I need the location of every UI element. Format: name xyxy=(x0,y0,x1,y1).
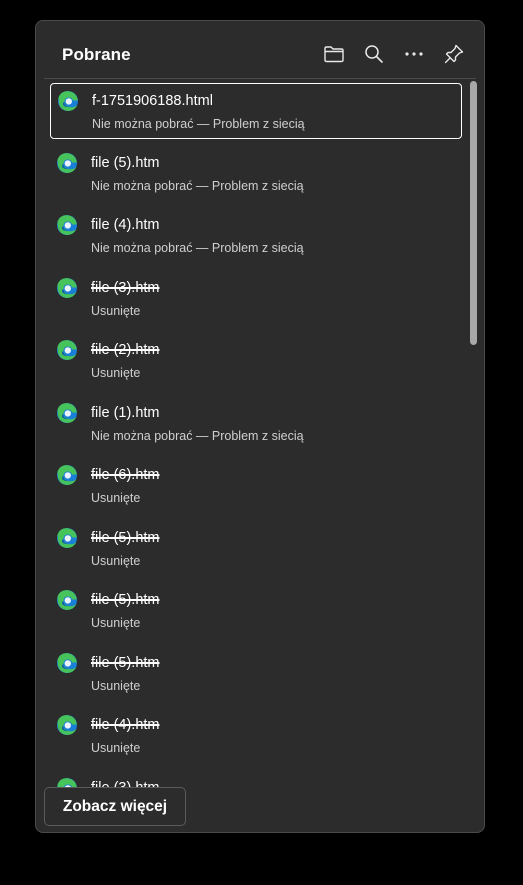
download-item[interactable]: file (5).htm Usunięte xyxy=(50,521,462,577)
edge-file-icon xyxy=(58,91,78,111)
download-status: Usunięte xyxy=(91,491,141,505)
pin-button[interactable] xyxy=(442,42,466,66)
download-item[interactable]: file (3).htm Usunięte xyxy=(50,271,462,327)
more-options-button[interactable] xyxy=(402,42,426,66)
scrollbar-thumb[interactable] xyxy=(470,81,477,345)
search-button[interactable] xyxy=(362,42,386,66)
downloads-panel: Pobrane f-1751906188.html Nie można pobr… xyxy=(35,20,485,833)
download-item[interactable]: file (4).htm Nie można pobrać — Problem z… xyxy=(50,208,462,264)
more-icon xyxy=(405,52,423,56)
download-list: f-1751906188.html Nie można pobrać — Prob… xyxy=(44,79,470,832)
edge-file-icon xyxy=(57,340,77,360)
download-file-name: file (6).htm xyxy=(91,467,160,483)
download-file-name: file (5).htm xyxy=(91,592,160,608)
panel-title: Pobrane xyxy=(62,45,131,64)
edge-file-icon xyxy=(57,215,77,235)
edge-file-icon xyxy=(57,652,77,673)
download-file-name: file (4).htm xyxy=(91,217,160,233)
download-item[interactable]: file (1).htm Nie można pobrać — Problem z… xyxy=(50,396,462,452)
download-file-name: file (5).htm xyxy=(91,529,160,546)
downloads-header: Pobrane xyxy=(36,21,484,79)
edge-file-icon xyxy=(57,152,77,173)
download-status: Usunięte xyxy=(91,741,141,755)
folder-icon xyxy=(324,46,344,63)
edge-file-icon xyxy=(57,277,77,298)
edge-file-icon xyxy=(57,590,77,610)
download-file-name: file (5).htm xyxy=(91,154,160,171)
download-file-name: file (1).htm xyxy=(91,404,160,421)
edge-file-icon xyxy=(57,527,77,548)
search-icon xyxy=(365,45,383,63)
download-file-name: f-1751906188.html xyxy=(92,93,213,109)
download-file-name: file (5).htm xyxy=(91,654,160,671)
download-status: Nie można pobrać — Problem z siecią xyxy=(91,428,304,443)
download-item[interactable]: file (5).htm Usunięte xyxy=(50,583,462,639)
download-status: Usunięte xyxy=(91,553,141,568)
download-status: Usunięte xyxy=(91,616,141,630)
download-item[interactable]: file (5).htm Usunięte xyxy=(50,646,462,702)
download-item[interactable]: file (4).htm Usunięte xyxy=(50,708,462,764)
see-more-button[interactable]: Zobacz więcej xyxy=(44,787,186,826)
download-status: Usunięte xyxy=(91,303,141,318)
download-item[interactable]: file (6).htm Usunięte xyxy=(50,458,462,514)
pin-icon xyxy=(444,44,464,64)
download-status: Nie można pobrać — Problem z siecią xyxy=(91,241,304,255)
download-file-name: file (2).htm xyxy=(91,342,160,358)
download-status: Usunięte xyxy=(91,678,141,693)
download-status: Usunięte xyxy=(91,366,141,380)
download-item[interactable]: file (5).htm Nie można pobrać — Problem z… xyxy=(50,146,462,202)
open-folder-button[interactable] xyxy=(322,42,346,66)
download-file-name: file (3).htm xyxy=(91,279,160,296)
edge-file-icon xyxy=(57,402,77,423)
download-item[interactable]: file (2).htm Usunięte xyxy=(50,333,462,389)
download-status: Nie można pobrać — Problem z siecią xyxy=(92,117,305,131)
download-item[interactable]: f-1751906188.html Nie można pobrać — Prob… xyxy=(50,83,462,139)
edge-file-icon xyxy=(57,715,77,735)
download-file-name: file (4).htm xyxy=(91,717,160,733)
download-status: Nie można pobrać — Problem z siecią xyxy=(91,178,304,193)
edge-file-icon xyxy=(57,465,77,485)
